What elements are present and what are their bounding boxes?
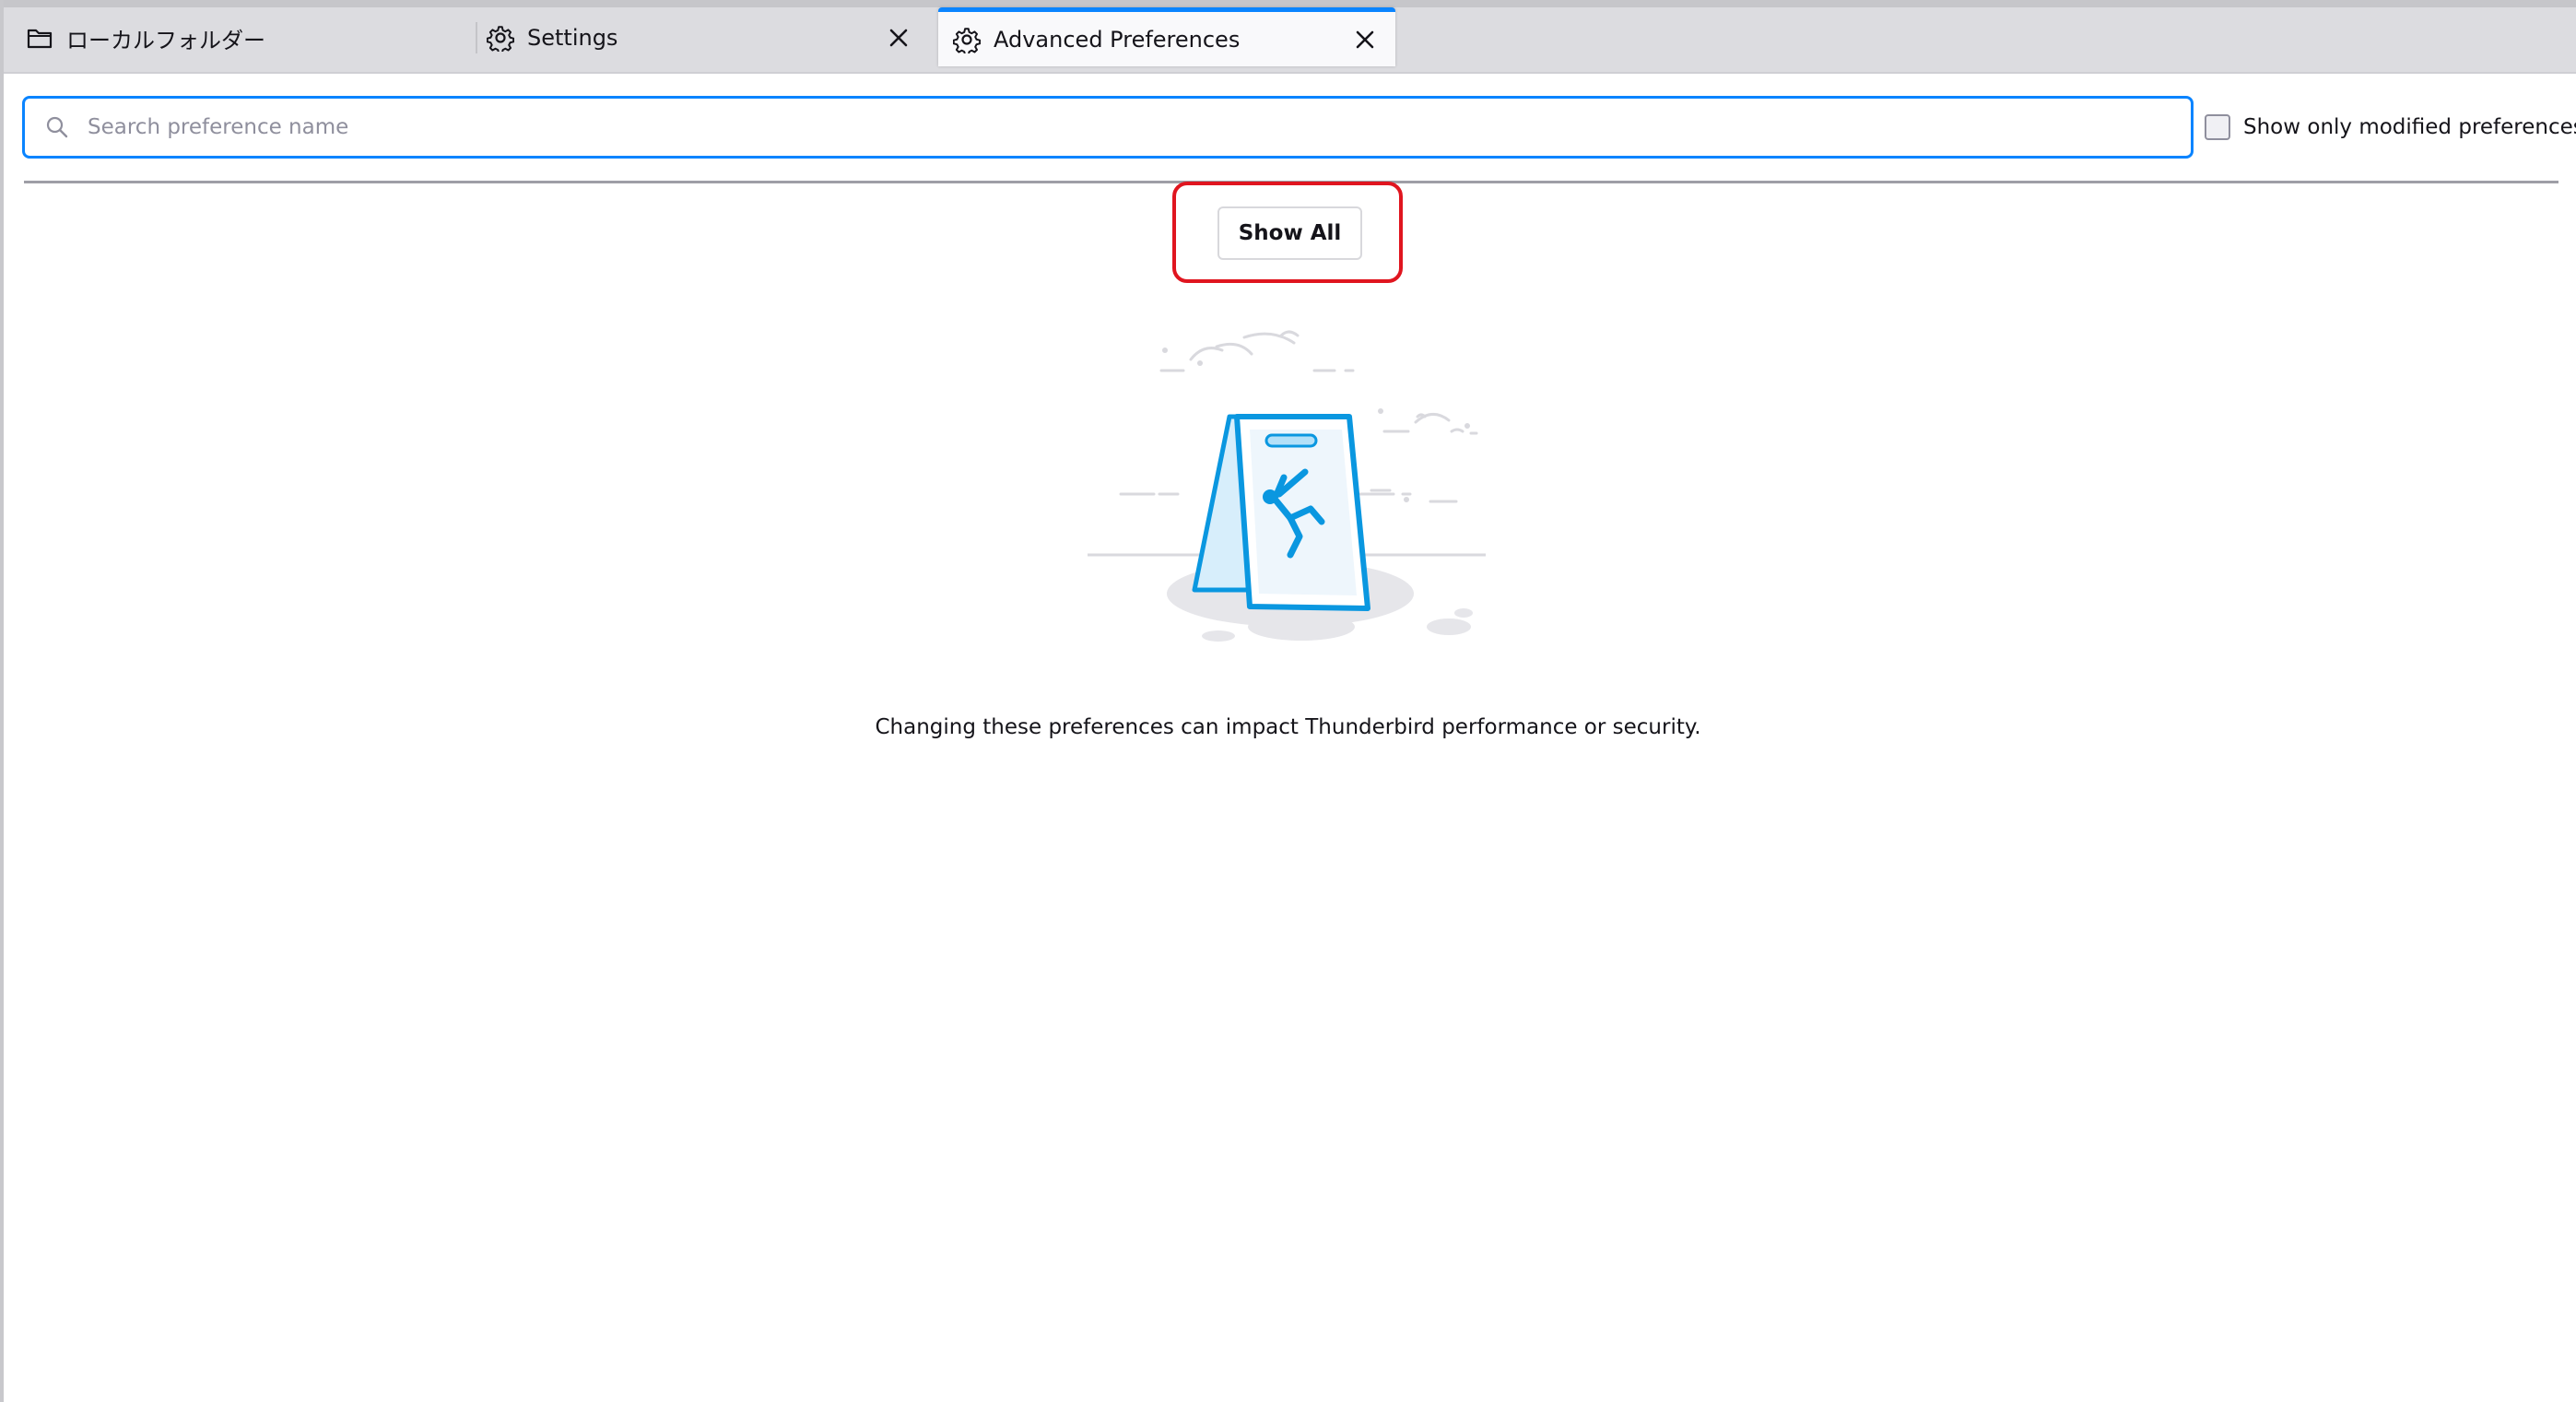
warning-illustration bbox=[1069, 313, 1511, 664]
tab-local-folders[interactable]: ローカルフォルダー bbox=[26, 9, 468, 66]
folder-icon bbox=[26, 24, 53, 52]
close-icon[interactable] bbox=[885, 24, 912, 52]
tab-label: ローカルフォルダー bbox=[66, 27, 265, 53]
show-all-button[interactable]: Show All bbox=[1217, 206, 1362, 260]
warning-message: Changing these preferences can impact Th… bbox=[875, 715, 1701, 739]
app-window: ローカルフォルダー Settings Advanced Preferences … bbox=[0, 0, 2576, 1402]
tab-label: Settings bbox=[527, 25, 618, 51]
modified-preferences-toggle[interactable]: Show only modified preferences bbox=[2205, 112, 2576, 142]
modified-checkbox[interactable] bbox=[2205, 114, 2230, 140]
modified-checkbox-label: Show only modified preferences bbox=[2243, 115, 2576, 139]
tab-settings[interactable]: Settings bbox=[487, 9, 929, 66]
search-field[interactable] bbox=[22, 96, 2194, 159]
tab-separator bbox=[476, 22, 477, 53]
gear-icon bbox=[953, 26, 981, 53]
search-icon bbox=[43, 113, 71, 141]
tab-advanced-preferences[interactable]: Advanced Preferences bbox=[938, 7, 1395, 66]
window-edge bbox=[0, 0, 4, 1402]
close-icon[interactable] bbox=[1351, 26, 1379, 53]
gear-icon bbox=[487, 24, 514, 52]
tab-label: Advanced Preferences bbox=[994, 26, 1241, 53]
search-input[interactable] bbox=[86, 99, 2191, 156]
